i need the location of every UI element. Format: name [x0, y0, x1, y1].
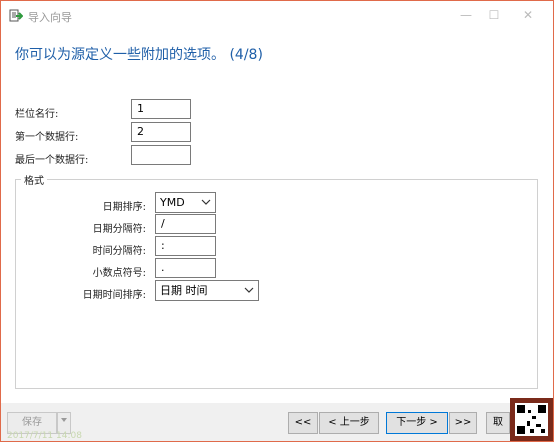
decimal-symbol-label: 小数点符号: [92, 268, 146, 279]
time-separator-input[interactable]: : [155, 236, 216, 256]
import-wizard-window: 导入向导 — ☐ ✕ 你可以为源定义一些附加的选项。 (4/8) 栏位名行: 1… [0, 0, 554, 442]
page-heading: 你可以为源定义一些附加的选项。 (4/8) [15, 47, 263, 63]
minimize-button[interactable]: — [451, 5, 481, 25]
last-data-row-label: 最后一个数据行: [15, 155, 89, 166]
last-page-button[interactable]: >> [449, 412, 477, 434]
datetime-order-label: 日期时间排序: [82, 290, 146, 301]
window-title: 导入向导 [28, 11, 72, 24]
time-separator-label: 时间分隔符: [92, 246, 146, 257]
first-page-button[interactable]: << [288, 412, 318, 434]
datetime-order-select[interactable]: 日期 时间 [155, 280, 259, 301]
close-button[interactable]: ✕ [513, 5, 543, 25]
decimal-symbol-input[interactable]: . [155, 258, 216, 278]
last-data-row-input[interactable] [131, 145, 191, 165]
datetime-order-value: 日期 时间 [160, 284, 208, 297]
date-order-value: YMD [160, 196, 185, 209]
first-data-row-input[interactable]: 2 [131, 122, 191, 142]
date-order-label: 日期排序: [102, 202, 146, 213]
chevron-down-icon [61, 418, 67, 422]
field-name-row-label: 栏位名行: [15, 109, 59, 120]
format-group-legend: 格式 [21, 172, 47, 187]
date-separator-input[interactable]: / [155, 214, 216, 234]
title-bar: 导入向导 — ☐ ✕ [1, 1, 553, 31]
footer-bar: 保存 << < 上一步 下一步 > >> 取 [1, 403, 553, 441]
chevron-down-icon [244, 283, 254, 297]
date-order-select[interactable]: YMD [155, 192, 216, 213]
date-separator-label: 日期分隔符: [92, 224, 146, 235]
previous-button[interactable]: < 上一步 [319, 412, 379, 434]
maximize-button[interactable]: ☐ [479, 5, 509, 25]
cancel-button[interactable]: 取 [486, 412, 510, 434]
timestamp-watermark: 2017/7/11 14:08 [7, 431, 82, 441]
next-button[interactable]: 下一步 > [386, 412, 448, 434]
first-data-row-label: 第一个数据行: [15, 132, 79, 143]
field-name-row-input[interactable]: 1 [131, 99, 191, 119]
import-wizard-icon [9, 9, 24, 23]
qr-code-overlay [510, 398, 553, 441]
chevron-down-icon [201, 195, 211, 209]
